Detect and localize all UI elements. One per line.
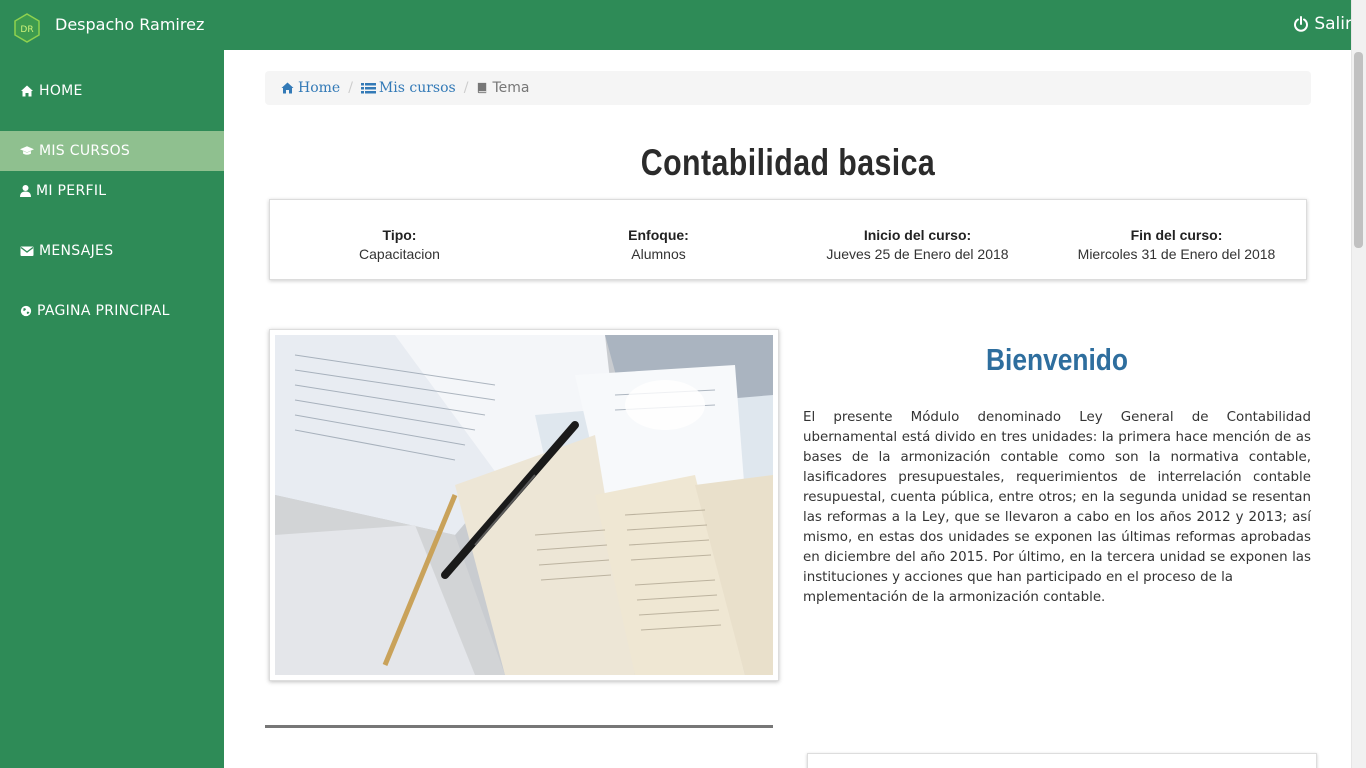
- breadcrumb-mis-cursos[interactable]: Mis cursos: [360, 80, 456, 96]
- course-image-frame: [269, 329, 779, 681]
- info-tipo: Tipo: Capacitacion: [270, 200, 529, 279]
- breadcrumb-current: Tema: [476, 80, 529, 96]
- info-fin: Fin del curso: Miercoles 31 de Enero del…: [1047, 200, 1306, 279]
- section-divider: [265, 725, 773, 728]
- info-label: Fin del curso:: [1130, 227, 1223, 243]
- sidebar-item-label: PAGINA PRINCIPAL: [37, 303, 170, 319]
- user-icon: [20, 184, 31, 198]
- course-image: [275, 335, 773, 675]
- sidebar-item-label: MI PERFIL: [36, 183, 107, 199]
- logout-label: Salir: [1314, 14, 1352, 34]
- sidebar: HOME MIS CURSOS MI PERFIL MENSAJES PAGIN…: [0, 50, 224, 768]
- home-icon: [281, 82, 294, 94]
- course-info-card: Tipo: Capacitacion Enfoque: Alumnos Inic…: [269, 199, 1307, 280]
- graduation-cap-icon: [20, 144, 34, 158]
- globe-icon: [20, 304, 32, 318]
- envelope-icon: [20, 244, 34, 258]
- course-title: Contabilidad basica: [640, 142, 936, 183]
- welcome-title: Bienvenido: [985, 342, 1129, 377]
- info-label: Inicio del curso:: [863, 227, 972, 243]
- info-label: Tipo:: [382, 227, 417, 243]
- svg-text:DR: DR: [20, 25, 33, 35]
- sidebar-item-label: MENSAJES: [39, 243, 114, 259]
- sidebar-item-label: HOME: [39, 83, 83, 99]
- welcome-text: El presente Módulo denominado Ley Genera…: [803, 408, 1311, 608]
- info-enfoque: Enfoque: Alumnos: [529, 200, 788, 279]
- list-icon: [360, 83, 376, 94]
- sidebar-item-label: MIS CURSOS: [39, 143, 131, 159]
- breadcrumb-mis-cursos-label: Mis cursos: [378, 80, 456, 96]
- breadcrumb-current-label: Tema: [492, 80, 530, 96]
- bottom-card: [807, 753, 1317, 768]
- power-icon: [1294, 16, 1309, 32]
- info-value: Alumnos: [631, 246, 686, 262]
- info-inicio: Inicio del curso: Jueves 25 de Enero del…: [788, 200, 1047, 279]
- sidebar-item-mi-perfil[interactable]: MI PERFIL: [0, 171, 224, 211]
- sidebar-item-pagina-principal[interactable]: PAGINA PRINCIPAL: [0, 291, 224, 331]
- sidebar-item-mensajes[interactable]: MENSAJES: [0, 231, 224, 271]
- breadcrumb-home[interactable]: Home: [280, 80, 340, 96]
- sidebar-item-home[interactable]: HOME: [0, 71, 224, 111]
- breadcrumb-separator: /: [348, 80, 353, 96]
- page-scrollbar[interactable]: [1351, 0, 1366, 768]
- breadcrumb-home-label: Home: [298, 80, 341, 96]
- home-icon: [20, 84, 34, 98]
- welcome-body-last: mplementación de la armonización contabl…: [803, 590, 1106, 605]
- breadcrumb: Home / Mis cursos / Tema: [265, 71, 1311, 105]
- brand-logo-icon[interactable]: DR: [14, 13, 40, 43]
- info-label: Enfoque:: [628, 227, 689, 243]
- logout-button[interactable]: Salir: [1293, 14, 1352, 34]
- book-icon: [478, 82, 487, 94]
- info-value: Miercoles 31 de Enero del 2018: [1077, 246, 1276, 262]
- info-value: Capacitacion: [359, 246, 440, 262]
- scrollbar-thumb[interactable]: [1354, 52, 1363, 248]
- breadcrumb-separator: /: [463, 80, 469, 96]
- sidebar-item-mis-cursos[interactable]: MIS CURSOS: [0, 131, 224, 171]
- welcome-body: El presente Módulo denominado Ley Genera…: [803, 410, 1311, 585]
- brand-name[interactable]: Despacho Ramirez: [55, 15, 204, 34]
- top-navbar: DR Despacho Ramirez Salir: [0, 0, 1366, 50]
- info-value: Jueves 25 de Enero del 2018: [826, 246, 1009, 262]
